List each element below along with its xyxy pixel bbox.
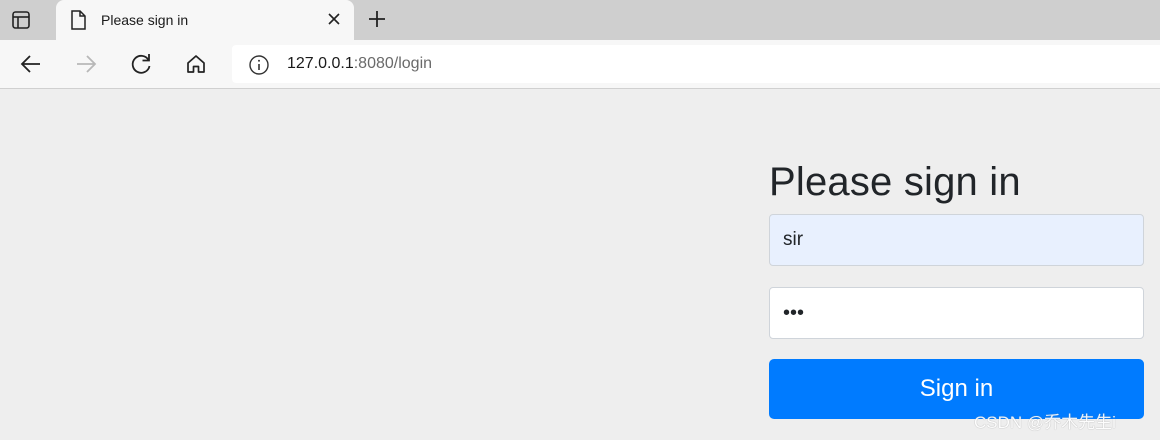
password-input[interactable] xyxy=(769,287,1144,339)
tab-actions-icon[interactable] xyxy=(10,9,32,31)
page-title: Please sign in xyxy=(769,160,1021,204)
watermark: CSDN @乔木先生i xyxy=(974,413,1116,432)
url-path: :8080/login xyxy=(353,55,433,72)
page-icon xyxy=(70,10,86,35)
back-arrow-icon[interactable] xyxy=(18,51,44,77)
tab-title: Please sign in xyxy=(101,12,189,28)
address-bar[interactable]: 127.0.0.1:8080/login xyxy=(232,45,1160,83)
url-host: 127.0.0.1 xyxy=(287,55,354,72)
url-text[interactable]: 127.0.0.1:8080/login xyxy=(287,55,432,73)
close-icon[interactable] xyxy=(326,11,342,27)
info-icon[interactable] xyxy=(248,54,270,81)
forward-arrow-icon[interactable] xyxy=(73,51,99,77)
plus-icon[interactable] xyxy=(366,8,388,30)
active-tab[interactable]: Please sign in xyxy=(56,0,354,40)
home-icon[interactable] xyxy=(183,51,209,77)
reload-icon[interactable] xyxy=(128,51,154,77)
tab-strip: Please sign in xyxy=(0,0,1160,40)
browser-toolbar: 127.0.0.1:8080/login xyxy=(0,40,1160,89)
username-input[interactable] xyxy=(769,214,1144,266)
